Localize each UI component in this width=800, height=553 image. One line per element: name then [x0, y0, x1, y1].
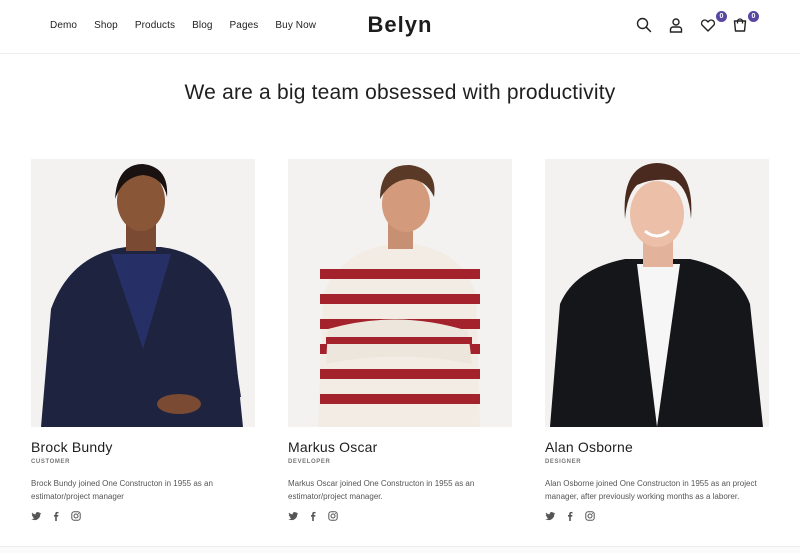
social-links — [288, 511, 512, 521]
team-member-role: DEVELOPER — [288, 459, 331, 465]
team-member-role: CUSTOMER — [31, 459, 71, 465]
team-card: Markus Oscar DEVELOPER Markus Oscar join… — [288, 159, 512, 521]
nav-blog[interactable]: Blog — [192, 20, 212, 31]
nav-products[interactable]: Products — [135, 20, 175, 31]
team-card: Alan Osborne DESIGNER Alan Osborne joine… — [545, 159, 769, 521]
facebook-icon[interactable] — [308, 511, 318, 521]
wishlist-count-badge: 0 — [716, 11, 727, 22]
cart-icon — [733, 18, 747, 32]
twitter-icon[interactable] — [545, 511, 555, 521]
section-title: We are a big team obsessed with producti… — [184, 81, 616, 104]
facebook-icon[interactable] — [565, 511, 575, 521]
team-member-name[interactable]: Markus Oscar — [288, 439, 512, 455]
team-member-role: DESIGNER — [545, 459, 582, 465]
team-member-name[interactable]: Brock Bundy — [31, 439, 255, 455]
cart-button[interactable]: 0 — [732, 11, 759, 35]
heart-icon — [700, 19, 716, 32]
wishlist-button[interactable]: 0 — [700, 11, 727, 35]
twitter-icon[interactable] — [31, 511, 41, 521]
team-member-name[interactable]: Alan Osborne — [545, 439, 769, 455]
team-member-bio: Alan Osborne joined One Constructon in 1… — [545, 479, 757, 501]
team-member-bio: Brock Bundy joined One Constructon in 19… — [31, 479, 213, 501]
team-card: Brock Bundy CUSTOMER Brock Bundy joined … — [31, 159, 255, 521]
site-logo[interactable]: Belyn — [368, 12, 433, 37]
main-nav: Demo Shop Products Blog Pages Buy Now — [50, 20, 333, 31]
page-divider — [0, 546, 800, 553]
nav-demo[interactable]: Demo — [50, 20, 77, 31]
social-links — [31, 511, 255, 521]
team-member-photo[interactable] — [31, 159, 255, 427]
team-member-photo[interactable] — [545, 159, 769, 427]
instagram-icon[interactable] — [71, 511, 81, 521]
facebook-icon[interactable] — [51, 511, 61, 521]
nav-pages[interactable]: Pages — [230, 20, 259, 31]
cart-count-badge: 0 — [748, 11, 759, 22]
site-header: Demo Shop Products Blog Pages Buy Now Be… — [0, 0, 800, 54]
user-icon[interactable] — [668, 17, 686, 35]
team-member-bio: Markus Oscar joined One Constructon in 1… — [288, 479, 475, 501]
instagram-icon[interactable] — [328, 511, 338, 521]
twitter-icon[interactable] — [288, 511, 298, 521]
search-icon[interactable] — [636, 17, 654, 35]
header-icons: 0 0 — [636, 11, 759, 35]
nav-shop[interactable]: Shop — [94, 20, 118, 31]
social-links — [545, 511, 769, 521]
instagram-icon[interactable] — [585, 511, 595, 521]
nav-buy-now[interactable]: Buy Now — [275, 20, 316, 31]
team-member-photo[interactable] — [288, 159, 512, 427]
